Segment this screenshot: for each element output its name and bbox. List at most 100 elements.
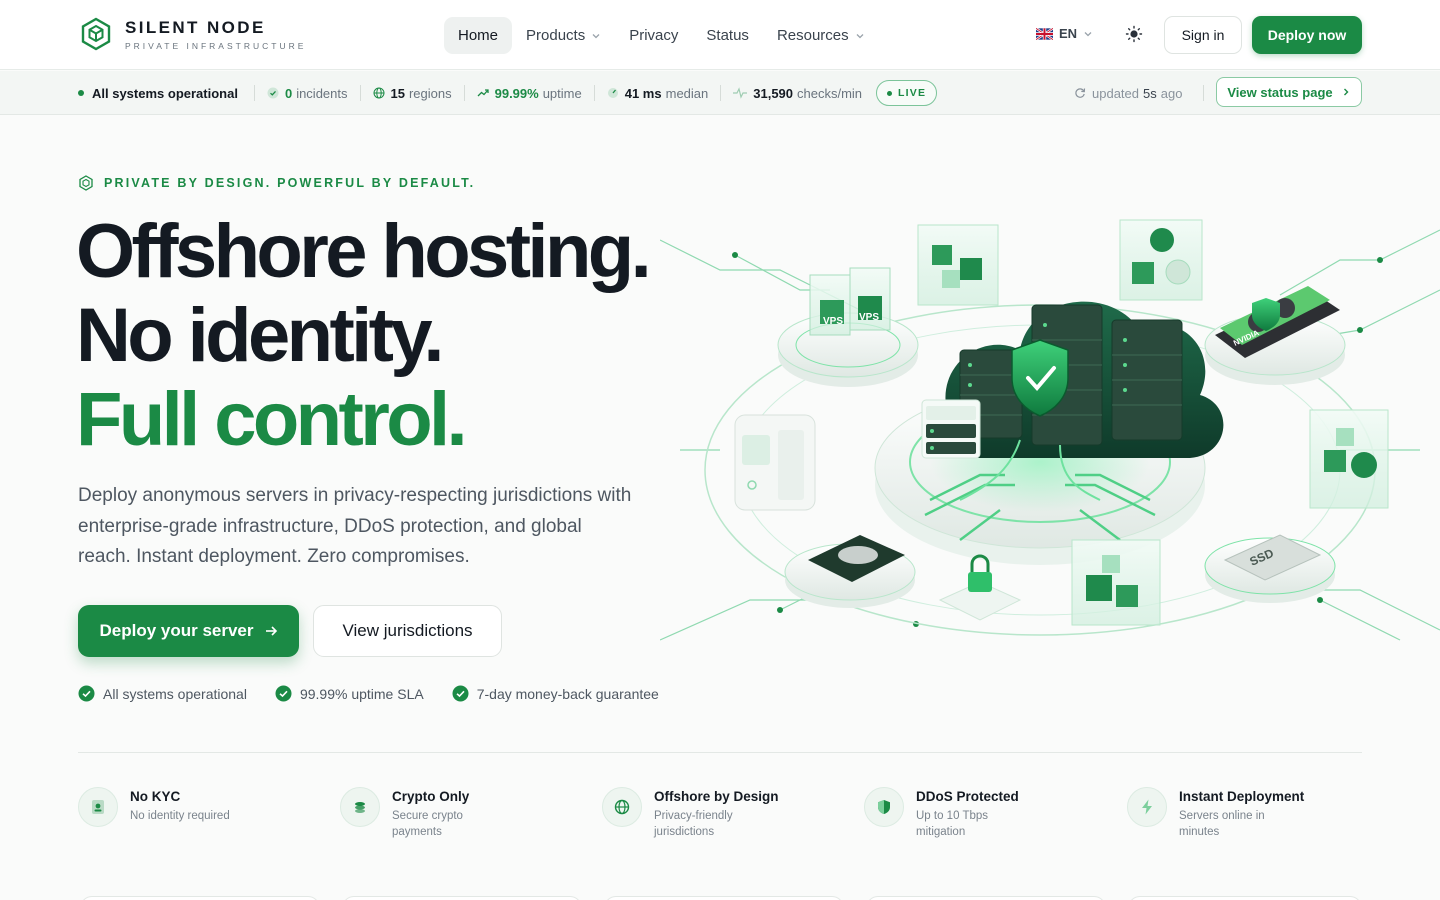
section-divider — [78, 752, 1362, 753]
status-uptime: 99.99% uptime — [477, 86, 582, 101]
feature-title: No KYC — [130, 789, 181, 804]
latency-value: 41 ms — [624, 85, 662, 101]
hexagon-cube-icon — [79, 175, 93, 191]
feature-icon-wrap — [602, 787, 642, 827]
top-header: SILENT NODE PRIVATE INFRASTRUCTURE Home … — [0, 0, 1440, 70]
cube-cluster-bottom — [1071, 539, 1161, 626]
trust-check-item: 99.99% uptime SLA — [275, 685, 424, 702]
arrow-right-icon — [265, 626, 277, 636]
feature-icon-wrap — [78, 787, 118, 827]
vps-node: VPS VPS — [777, 267, 919, 387]
uptime-label: uptime — [542, 85, 582, 101]
nav-privacy[interactable]: Privacy — [615, 17, 692, 54]
view-status-button[interactable]: View status page — [1216, 77, 1362, 107]
feature-no-kyc: No KYC No identity required — [78, 787, 328, 827]
checks-label: checks/min — [797, 85, 863, 101]
sign-in-button[interactable]: Sign in — [1164, 16, 1242, 54]
updated-indicator: updated 5s ago — [1074, 71, 1182, 115]
deploy-now-button[interactable]: Deploy now — [1252, 16, 1362, 54]
trend-up-icon — [477, 89, 489, 97]
check-circle-icon — [275, 685, 292, 702]
nav-privacy-label: Privacy — [629, 27, 679, 44]
card-edge — [866, 896, 1106, 900]
refresh-icon — [1075, 88, 1086, 98]
uptime-value: 99.99% — [494, 85, 539, 101]
language-label: EN — [1059, 26, 1078, 41]
eyebrow-text: PRIVATE BY DESIGN. POWERFUL BY DEFAULT. — [104, 176, 476, 190]
trust-check-label: 99.99% uptime SLA — [299, 685, 424, 702]
cube-cluster-top — [917, 224, 999, 306]
vps-label: VPS — [823, 316, 843, 327]
feature-desc: No identity required — [130, 810, 230, 822]
vps-label: VPS — [859, 312, 879, 323]
card-edge — [80, 896, 320, 900]
status-checks: 31,590 checks/min — [733, 86, 862, 101]
lock-node — [938, 554, 1022, 621]
updated-suffix: ago — [1160, 85, 1183, 101]
nav-resources[interactable]: Resources — [763, 17, 879, 54]
nav-home[interactable]: Home — [444, 17, 513, 54]
nav-resources-label: Resources — [776, 27, 849, 44]
card-edge — [342, 896, 582, 900]
shield-icon — [878, 800, 890, 814]
globe-icon — [373, 87, 384, 99]
feature-desc: Servers online in minutes — [1179, 810, 1265, 838]
feature-instant-deploy: Instant Deployment Servers online in min… — [1127, 787, 1377, 840]
brand-logo[interactable]: SILENT NODE PRIVATE INFRASTRUCTURE — [79, 17, 306, 51]
feature-desc: Secure crypto payments — [392, 810, 463, 838]
nav-status[interactable]: Status — [692, 17, 763, 54]
feature-title: Instant Deployment — [1179, 789, 1305, 804]
nav-products-label: Products — [526, 27, 586, 44]
feature-title: Offshore by Design — [654, 789, 779, 804]
live-badge: LIVE — [876, 80, 938, 106]
feature-title: Crypto Only — [392, 789, 470, 804]
status-latency: 41 ms median — [607, 85, 708, 101]
check-circle-icon — [452, 685, 469, 702]
cube-cluster-top-right — [1119, 219, 1203, 301]
feature-offshore: Offshore by Design Privacy-friendly juri… — [602, 787, 852, 840]
hero-title-line-1: Offshore hosting. — [76, 209, 652, 294]
brand-name: SILENT NODE — [125, 17, 266, 37]
checks-value: 31,590 — [753, 85, 794, 101]
trust-check-label: 7-day money-back guarantee — [476, 685, 659, 702]
status-systems: All systems operational — [78, 86, 242, 101]
check-circle-icon — [267, 87, 279, 99]
trust-check-item: All systems operational — [78, 685, 247, 702]
feature-title: DDoS Protected — [916, 789, 1019, 804]
globe-icon — [614, 799, 630, 815]
brand-tagline: PRIVATE INFRASTRUCTURE — [125, 40, 307, 51]
status-dot — [78, 90, 84, 96]
server-stack — [921, 399, 981, 459]
deploy-server-label: Deploy your server — [99, 621, 254, 640]
hero-title-line-2: No identity. — [76, 293, 445, 378]
hero-eyebrow: PRIVATE BY DESIGN. POWERFUL BY DEFAULT. — [78, 175, 475, 191]
updated-prefix: updated — [1092, 85, 1139, 101]
deploy-server-button[interactable]: Deploy your server — [78, 605, 299, 657]
status-incidents: 0 incidents — [267, 86, 348, 101]
view-jurisdictions-button[interactable]: View jurisdictions — [313, 605, 502, 657]
hdd-node — [784, 535, 916, 608]
trust-checks: All systems operational 99.99% uptime SL… — [78, 685, 687, 702]
cube-cluster-right — [1309, 409, 1389, 509]
ssd-node: SSD — [1204, 534, 1336, 603]
nav-products[interactable]: Products — [512, 17, 615, 54]
chevron-down-icon — [856, 33, 864, 38]
feature-icon-wrap — [864, 787, 904, 827]
status-regions: 15 regions — [373, 86, 452, 101]
storage-tower — [734, 414, 816, 511]
card-edge — [604, 896, 844, 900]
trust-check-label: All systems operational — [103, 685, 247, 702]
language-selector[interactable]: EN — [1036, 26, 1093, 41]
coins-icon — [355, 802, 365, 813]
sun-icon[interactable] — [1125, 25, 1143, 43]
feature-desc: Privacy-friendly jurisdictions — [654, 810, 733, 838]
feature-desc: Up to 10 Tbps mitigation — [916, 810, 989, 838]
incidents-value: 0 — [284, 85, 293, 101]
nav-status-label: Status — [706, 27, 749, 44]
main-nav: Home Products Privacy Status Resources — [444, 17, 879, 54]
feature-icon-wrap — [340, 787, 380, 827]
chevron-down-icon — [1084, 31, 1092, 36]
pulse-icon — [733, 87, 748, 99]
hero-illustration: VPS VPS NVIDIA SSD — [660, 219, 1440, 641]
live-dot — [887, 90, 893, 96]
